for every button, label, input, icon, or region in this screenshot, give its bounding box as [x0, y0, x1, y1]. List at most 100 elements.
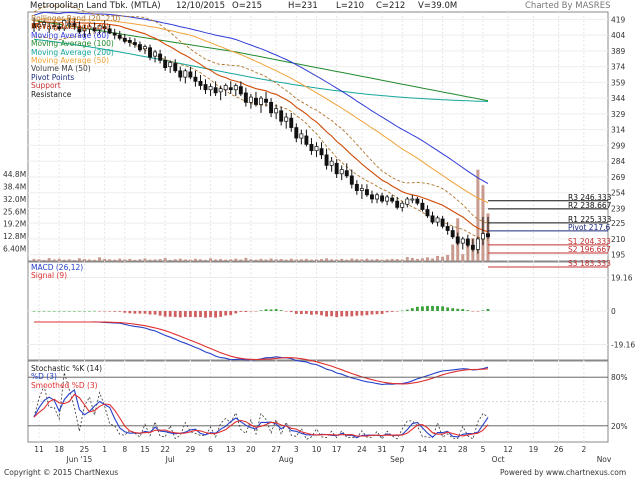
price-tick-label: 284 [611, 157, 626, 166]
month-tick-label: Nov [597, 455, 612, 464]
volume-bar [77, 258, 81, 261]
price-tick-label: 225 [611, 219, 626, 228]
macd-histogram-bar [128, 311, 132, 314]
candle-body [445, 225, 450, 231]
macd-histogram-bar [42, 311, 46, 312]
candle-body [450, 230, 455, 238]
month-tick-label: Sep [390, 455, 404, 464]
macd-histogram-bar [415, 306, 419, 311]
volume-bar [183, 259, 187, 261]
macd-tick-label: -19.16 [611, 341, 635, 350]
candle-body [359, 188, 364, 191]
pivot-level-label: R2 238.667 [568, 201, 612, 210]
volume-bar [320, 259, 324, 261]
volume-bars [32, 169, 490, 261]
candle-body [410, 198, 415, 201]
volume-tick-label: 32.0M [3, 195, 26, 204]
candle-body [395, 200, 400, 208]
macd-histogram-bar [57, 311, 61, 312]
macd-histogram-bar [340, 311, 344, 317]
volume-bar [239, 259, 243, 261]
candle-body [425, 209, 430, 217]
volume-bar [138, 259, 142, 261]
macd-histogram-bar [294, 311, 298, 314]
candle-body [163, 59, 168, 69]
macd-histogram-bar [299, 311, 303, 315]
macd-histogram-bar [431, 305, 434, 311]
macd-histogram-bar [254, 311, 258, 312]
candle-body [294, 127, 299, 139]
volume-bar [289, 258, 293, 261]
quote-high: H=231 [288, 1, 318, 11]
footer-powered: Powered by www.chartnexus.com [500, 468, 627, 477]
candle-body [370, 194, 374, 200]
volume-bar [153, 259, 157, 261]
price-tick-label: 419 [611, 15, 626, 24]
quote-volume: V=39.0M [418, 1, 458, 11]
volume-bar [415, 258, 419, 261]
candle-body [248, 96, 253, 103]
volume-bar [390, 258, 394, 261]
macd-histogram-bar [264, 309, 268, 311]
macd-histogram-bar [310, 311, 313, 315]
macd-histogram-bar [279, 310, 283, 311]
candle-body [279, 110, 284, 122]
date-tick-label: 28 [458, 445, 468, 454]
date-tick-label: 26 [554, 445, 564, 454]
macd-histogram-bar [163, 311, 167, 317]
date-tick-label: 18 [54, 445, 64, 454]
date-tick-label: 22 [160, 445, 170, 454]
price-tick-label: 404 [611, 31, 626, 40]
date-tick-label: 15 [140, 445, 150, 454]
macd-histogram-bar [229, 311, 233, 316]
macd-histogram-bar [274, 309, 278, 311]
volume-bar [163, 258, 167, 261]
macd-histogram-bar [426, 305, 429, 311]
volume-bar [410, 257, 414, 261]
volume-bar [123, 259, 127, 261]
candle-body [299, 133, 304, 139]
macd-histogram-bar [32, 311, 36, 312]
candle-body [390, 197, 395, 202]
macd-histogram-bar [451, 308, 455, 311]
volume-bar [148, 259, 152, 261]
stoch-legend: Stochastic %K (14) %D (3) Smoothed %D (3… [31, 364, 102, 390]
macd-histogram-bar [390, 311, 394, 312]
quote-close: C=212 [376, 1, 406, 11]
candle-body [460, 238, 465, 244]
macd-histogram-bar [244, 311, 248, 312]
volume-bar [98, 257, 102, 261]
macd-histogram-bar [93, 310, 96, 312]
date-tick-label: 12 [503, 445, 513, 454]
candle-body [148, 47, 152, 58]
macd-histogram-bar [345, 311, 349, 317]
candle-body [385, 196, 390, 202]
volume-bar [93, 259, 97, 261]
volume-bar [269, 258, 273, 261]
candle-body [486, 233, 490, 238]
candle-body [213, 87, 218, 94]
price-tick-label: 359 [611, 78, 626, 87]
month-tick-label: Jul [165, 455, 175, 464]
volume-bar [178, 258, 182, 261]
volume-bar [198, 259, 202, 261]
volume-bar [128, 258, 132, 261]
price-tick-label: 344 [611, 94, 626, 103]
volume-bar [365, 258, 369, 261]
macd-histogram-bar [360, 311, 364, 316]
volume-bar [158, 259, 162, 261]
date-tick-label: 21 [438, 445, 448, 454]
candle-body [158, 53, 163, 61]
volume-bar [380, 259, 384, 261]
candle-body [329, 160, 334, 166]
volume-bar [87, 259, 91, 261]
volume-bar [229, 259, 233, 261]
macd-histogram-bar [118, 311, 122, 312]
volume-bar [62, 259, 66, 261]
date-tick-label: 17 [332, 445, 342, 454]
candle-body [178, 70, 183, 78]
macd-histogram-bar [315, 311, 318, 315]
volume-bar [133, 259, 137, 261]
pivot-level-label: Pivot 217.6 [568, 223, 610, 232]
candle-body [309, 144, 314, 152]
